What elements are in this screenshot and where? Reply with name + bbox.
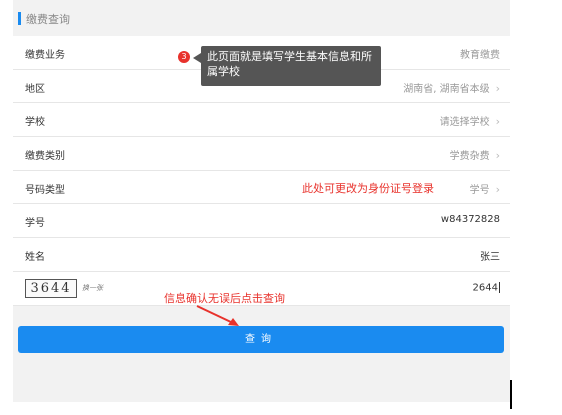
step-number-badge: 3 [178,51,190,63]
row-value: 学费杂费 › [450,147,500,162]
row-label: 学号 [25,218,45,230]
category-value: 学费杂费 [449,151,490,163]
section-title: 缴费查询 [26,13,70,26]
tooltip-arrow [193,53,201,63]
chevron-right-icon: › [495,115,500,129]
query-button[interactable]: 查询 [18,326,504,353]
section-accent-bar [18,12,21,25]
text-cursor [510,380,512,409]
annotation-arrow-icon [196,305,239,326]
row-school[interactable]: 学校 请选择学校 › [13,103,510,138]
student-id-input[interactable]: w84372828 [441,214,500,225]
instruction-tooltip: 此页面就是填写学生基本信息和所属学校 [201,46,381,86]
row-value: 学号 › [470,181,500,196]
row-label: 号码类型 [25,184,65,196]
chevron-right-icon: › [495,81,500,95]
region-value: 湖南省, 湖南省本级 [403,83,490,95]
chevron-right-icon: › [495,149,500,163]
row-number-type[interactable]: 号码类型 学号 › [13,170,510,205]
captcha-image[interactable]: 3644 [25,278,77,298]
row-value: 请选择学校 › [440,113,500,128]
row-value: 教育缴费 [460,50,500,61]
row-label: 学校 [25,117,45,129]
row-name[interactable]: 姓名 张三 [13,238,510,272]
name-input[interactable]: 张三 [480,248,500,263]
captcha-input-value: 2644 [472,282,498,294]
number-type-value: 学号 [469,184,490,196]
row-value: 湖南省, 湖南省本级 › [403,80,500,95]
section-header: 缴费查询 [13,0,510,36]
captcha-input[interactable]: 2644 [472,281,500,294]
row-label: 姓名 [25,252,45,264]
school-placeholder: 请选择学校 [439,117,490,129]
row-student-id[interactable]: 学号 w84372828 [13,204,510,239]
chevron-right-icon: › [495,182,500,196]
text-caret [499,281,500,293]
number-type-annotation: 此处可更改为身份证号登录 [302,182,434,195]
captcha-refresh-link[interactable]: 换一张 [82,283,103,293]
row-label: 缴费业务 [25,50,65,61]
row-label: 缴费类别 [25,151,65,163]
row-label: 地区 [25,83,45,95]
row-payment-category[interactable]: 缴费类别 学费杂费 › [13,137,510,171]
